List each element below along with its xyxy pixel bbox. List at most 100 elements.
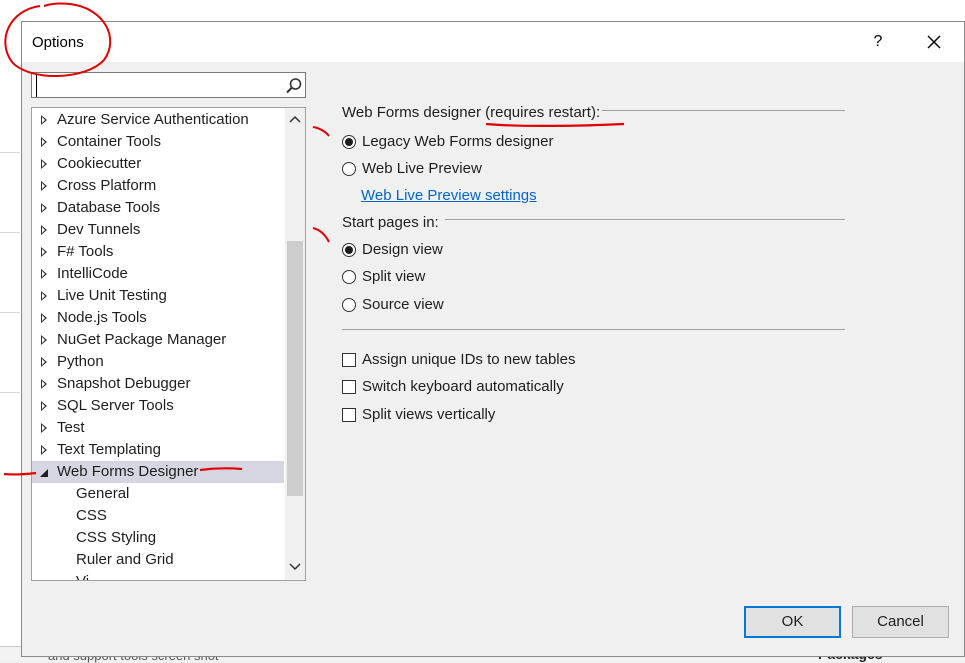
arrow-shape [41, 313, 47, 323]
radio-label: Design view [362, 241, 443, 258]
checkbox-label: Split views vertically [362, 406, 496, 423]
tree-item[interactable]: Live Unit Testing [32, 285, 284, 307]
tree-item-label: F# Tools [57, 243, 114, 260]
tree-child-item[interactable]: CSS Styling [32, 527, 284, 549]
options-dialog: Options ? Azure Service Authentication Co… [21, 21, 965, 657]
arrow-shape [41, 401, 47, 411]
tree-item-label: Snapshot Debugger [57, 375, 191, 392]
arrow-shape [41, 115, 47, 125]
tree-item-label: Python [57, 353, 104, 370]
section-divider [445, 219, 845, 220]
ok-button[interactable]: OK [744, 606, 841, 638]
radio-button[interactable] [342, 243, 356, 257]
tree-item[interactable]: Azure Service Authentication [32, 109, 284, 131]
tree-item-label: General [76, 485, 130, 502]
arrow-shape [41, 269, 47, 279]
arrow-shape [41, 291, 47, 301]
arrow-shape [41, 159, 47, 169]
checkbox[interactable] [342, 353, 356, 367]
tree-item[interactable]: SQL Server Tools [32, 395, 284, 417]
checkbox[interactable] [342, 380, 356, 394]
tree-item-label: Ruler and Grid [76, 551, 174, 568]
background-divider [0, 312, 20, 313]
radio-label: Legacy Web Forms designer [362, 133, 554, 150]
chevron-up-icon [289, 115, 301, 123]
tree-item-label: Cross Platform [57, 177, 157, 194]
arrow-shape [40, 469, 48, 477]
arrow-shape [41, 137, 47, 147]
background-divider [0, 232, 20, 233]
search-input[interactable] [36, 75, 281, 97]
radio-button[interactable] [342, 298, 356, 312]
tree-item[interactable]: IntelliCode [32, 263, 284, 285]
tree-item[interactable]: Cross Platform [32, 175, 284, 197]
radio-label: Web Live Preview [362, 160, 482, 177]
arrow-shape [41, 445, 47, 455]
web-live-preview-settings-link[interactable]: Web Live Preview settings [361, 187, 537, 204]
scroll-up-button[interactable] [285, 110, 305, 130]
radio-button[interactable] [342, 270, 356, 284]
tree-item-label: NuGet Package Manager [57, 331, 227, 348]
tree-item[interactable]: Test [32, 417, 284, 439]
tree-item[interactable]: Node.js Tools [32, 307, 284, 329]
tree-item[interactable]: Database Tools [32, 197, 284, 219]
tree-item-label: IntelliCode [57, 265, 128, 282]
tree-item[interactable]: Text Templating [32, 439, 284, 461]
scroll-thumb[interactable] [287, 241, 303, 496]
cancel-button[interactable]: Cancel [852, 606, 949, 638]
background-divider [0, 392, 20, 393]
radio-button[interactable] [342, 162, 356, 176]
tree-item-label: CSS [76, 507, 107, 524]
arrow-shape [41, 225, 47, 235]
chevron-down-icon [289, 563, 301, 571]
dialog-title: Options [32, 34, 84, 51]
search-box [31, 72, 306, 98]
tree-item[interactable]: Snapshot Debugger [32, 373, 284, 395]
close-button[interactable] [920, 28, 948, 56]
tree-item-label: SQL Server Tools [57, 397, 174, 414]
background-divider [0, 152, 20, 153]
tree-item[interactable]: Container Tools [32, 131, 284, 153]
tree-item-label: Web Forms Designer [57, 463, 199, 480]
arrow-shape [41, 203, 47, 213]
tree-item-label: Test [57, 419, 85, 436]
checkbox-label: Switch keyboard automatically [362, 378, 564, 395]
close-icon [927, 35, 941, 49]
tree-item-label: Vi [76, 571, 89, 580]
arrow-shape [41, 357, 47, 367]
tree-item[interactable]: Cookiecutter [32, 153, 284, 175]
tree-item[interactable]: NuGet Package Manager [32, 329, 284, 351]
tree-item-label: Live Unit Testing [57, 287, 167, 304]
options-tree: Azure Service Authentication Container To… [31, 107, 306, 581]
designer-section-label: Web Forms designer (requires restart): [342, 104, 601, 121]
tree-item-label: Database Tools [57, 199, 161, 216]
tree-child-item[interactable]: CSS [32, 505, 284, 527]
arrow-shape [41, 335, 47, 345]
arrow-shape [41, 423, 47, 433]
tree-item-label: CSS Styling [76, 529, 157, 546]
arrow-shape [41, 379, 47, 389]
start-pages-label: Start pages in: [342, 214, 439, 231]
tree-item[interactable]: Dev Tunnels [32, 219, 284, 241]
radio-button[interactable] [342, 135, 356, 149]
tree-child-item[interactable]: General [32, 483, 284, 505]
arrow-shape [41, 181, 47, 191]
tree-child-item[interactable]: Ruler and Grid [32, 549, 284, 571]
search-icon[interactable] [284, 76, 304, 96]
section-divider [342, 329, 845, 330]
tree-child-item[interactable]: Vi [32, 571, 284, 580]
tree-item[interactable]: F# Tools [32, 241, 284, 263]
radio-label: Split view [362, 268, 426, 285]
checkbox[interactable] [342, 408, 356, 422]
tree-scrollbar[interactable] [285, 108, 305, 580]
scroll-down-button[interactable] [285, 558, 305, 578]
tree-item-label: Node.js Tools [57, 309, 147, 326]
checkbox-label: Assign unique IDs to new tables [362, 351, 576, 368]
section-divider [602, 110, 845, 111]
help-button[interactable]: ? [864, 28, 892, 56]
tree-item[interactable]: Python [32, 351, 284, 373]
arrow-shape [41, 247, 47, 257]
tree-item-label: Cookiecutter [57, 155, 142, 172]
tree-item[interactable]: Web Forms Designer [32, 461, 284, 483]
tree-item-label: Text Templating [57, 441, 161, 458]
